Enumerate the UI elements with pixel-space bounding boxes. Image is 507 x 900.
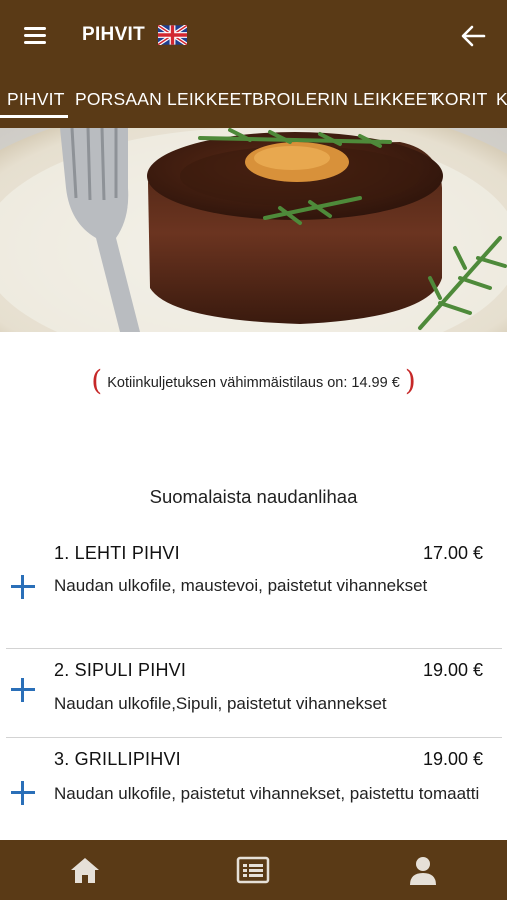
category-tabs: PIHVIT PORSAAN LEIKKEET BROILERIN LEIKKE… <box>0 72 507 128</box>
menu-list-icon[interactable] <box>236 854 270 886</box>
arrow-left-icon[interactable] <box>460 24 486 48</box>
add-to-cart-plus-icon[interactable] <box>10 780 36 806</box>
min-order-notice: ( Kotiinkuljetuksen vähimmäistilaus on: … <box>0 364 507 402</box>
uk-flag-icon[interactable] <box>158 25 187 45</box>
section-title: Suomalaista naudanlihaa <box>149 486 358 507</box>
steak-hero-image <box>0 128 507 332</box>
item-price: 19.00 € <box>422 749 483 769</box>
user-icon[interactable] <box>406 854 440 886</box>
top-app-bar: PIHVIT <box>0 0 507 72</box>
home-icon[interactable] <box>68 854 102 886</box>
item-description: Naudan ulkofile,Sipuli, paistetut vihann… <box>54 694 387 713</box>
divider <box>6 737 502 738</box>
right-paren-decoration: ) <box>404 364 416 397</box>
left-paren-decoration: ( <box>91 364 103 397</box>
add-to-cart-plus-icon[interactable] <box>10 574 36 600</box>
tab-broilerin-leikkeet[interactable]: BROILERIN LEIKKEET <box>252 89 438 110</box>
menu-item[interactable]: 2. SIPULI PIHVI 19.00 € Naudan ulkofile,… <box>0 656 507 736</box>
item-name: 3. GRILLIPIHVI <box>54 749 181 769</box>
menu-item[interactable]: 3. GRILLIPIHVI 19.00 € Naudan ulkofile, … <box>0 745 507 840</box>
hamburger-menu-icon[interactable] <box>22 24 48 48</box>
menu-item[interactable]: 1. LEHTI PIHVI 17.00 € Naudan ulkofile, … <box>0 540 507 648</box>
divider <box>6 648 502 649</box>
item-description: Naudan ulkofile, paistetut vihannekset, … <box>54 784 480 803</box>
add-to-cart-plus-icon[interactable] <box>10 677 36 703</box>
item-price: 17.00 € <box>422 543 483 563</box>
min-order-text: Kotiinkuljetuksen vähimmäistilaus on: 14… <box>107 375 400 391</box>
tab-korit[interactable]: KORIT <box>433 89 487 110</box>
tab-porsaan-leikkeet[interactable]: PORSAAN LEIKKEET <box>75 89 252 110</box>
active-tab-indicator <box>0 115 68 118</box>
tab-pihvit[interactable]: PIHVIT <box>7 89 65 110</box>
item-price: 19.00 € <box>422 660 483 680</box>
item-name: 1. LEHTI PIHVI <box>54 543 180 563</box>
tab-next-partial[interactable]: K <box>496 89 507 110</box>
bottom-nav-bar <box>0 840 507 900</box>
page-title: PIHVIT <box>82 24 146 45</box>
item-name: 2. SIPULI PIHVI <box>54 660 187 680</box>
item-description: Naudan ulkofile, maustevoi, paistetut vi… <box>54 576 428 595</box>
